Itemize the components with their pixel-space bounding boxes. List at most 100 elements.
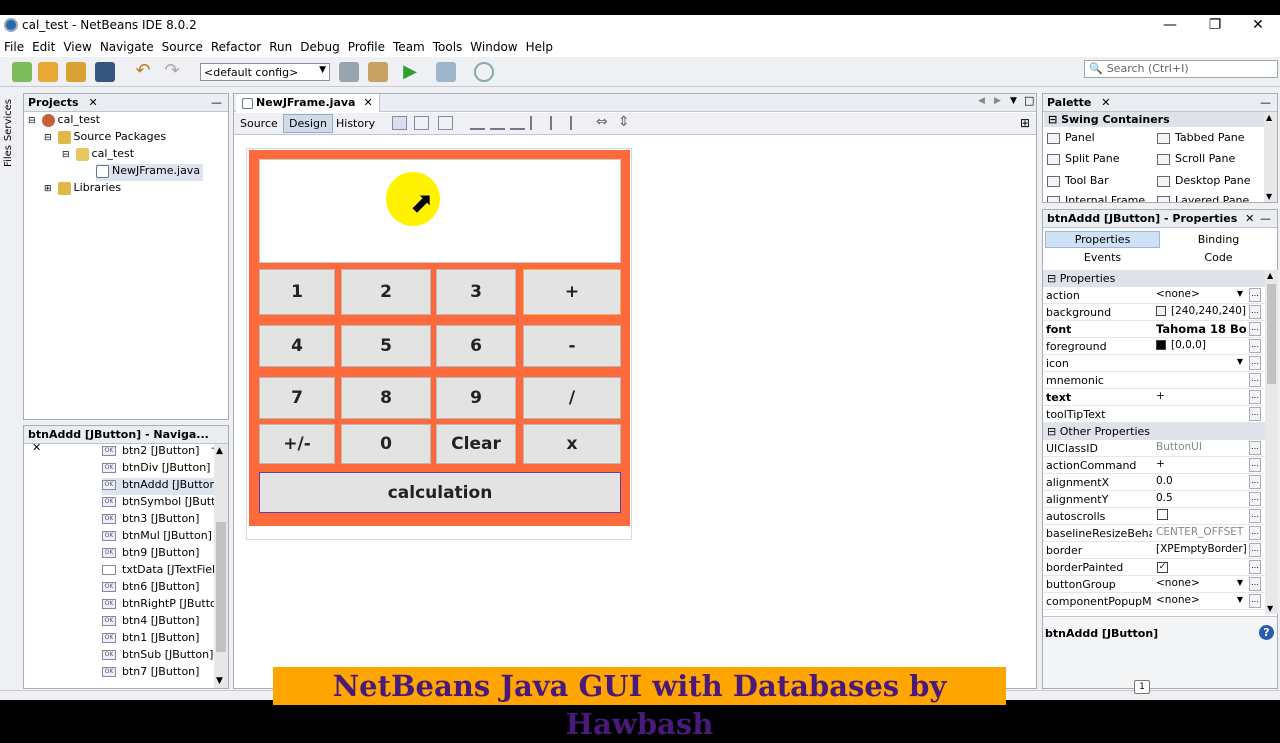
scrollbar-thumb[interactable] [216, 522, 226, 652]
expand-icon[interactable]: ⊞ [1020, 116, 1030, 130]
calc-button-5[interactable]: 5 [341, 325, 431, 367]
scroll-up-icon[interactable]: ▲ [216, 446, 223, 456]
save-all-icon[interactable] [95, 62, 115, 82]
tab-next-icon[interactable]: ▶ [994, 96, 1001, 106]
calc-button-minus[interactable]: - [523, 325, 621, 367]
tab-binding[interactable]: Binding [1161, 232, 1276, 249]
minimize-button[interactable]: — [1150, 15, 1190, 37]
navigator-item[interactable]: OK btnMul [JButton] [102, 529, 212, 546]
property-editor-button[interactable]: … [1249, 543, 1261, 557]
menu-refactor[interactable]: Refactor [207, 37, 265, 54]
menu-tools[interactable]: Tools [429, 37, 467, 54]
menu-source[interactable]: Source [158, 37, 207, 54]
property-row-actionCommand[interactable]: actionCommand +… [1043, 457, 1265, 474]
menu-file[interactable]: File [0, 37, 28, 54]
view-design[interactable]: Design [283, 114, 333, 133]
menu-debug[interactable]: Debug [296, 37, 343, 54]
property-editor-button[interactable]: … [1249, 339, 1261, 353]
tree-item-package[interactable]: ⊟ cal_test [62, 147, 134, 164]
palette-item-tabbed-pane[interactable]: Tabbed Pane [1157, 131, 1244, 144]
new-project-icon[interactable] [38, 62, 58, 82]
align-right-icon[interactable] [490, 116, 505, 130]
tab-events[interactable]: Events [1045, 250, 1160, 267]
tab-properties[interactable]: Properties [1045, 231, 1160, 248]
property-row-UIClassID[interactable]: UIClassID ButtonUI… [1043, 440, 1265, 457]
palette-scrollbar[interactable]: ▲ ▼ [1264, 112, 1277, 202]
notification-badge[interactable]: 1 [1134, 680, 1150, 694]
property-editor-button[interactable]: … [1249, 305, 1261, 319]
menu-edit[interactable]: Edit [28, 37, 59, 54]
property-editor-button[interactable]: … [1249, 458, 1261, 472]
palette-item-panel[interactable]: Panel [1047, 131, 1095, 144]
property-editor-button[interactable]: … [1249, 373, 1261, 387]
property-editor-button[interactable]: … [1249, 288, 1261, 302]
minimize-panel-icon[interactable]: — [1260, 96, 1271, 109]
palette-item-tool-bar[interactable]: Tool Bar [1047, 174, 1109, 187]
scroll-up-icon[interactable]: ▲ [1266, 113, 1272, 122]
palette-item-split-pane[interactable]: Split Pane [1047, 152, 1120, 165]
calc-button-2[interactable]: 2 [341, 269, 431, 315]
align-left-icon[interactable] [470, 116, 485, 130]
minimize-panel-icon[interactable]: — [1260, 212, 1271, 225]
property-value[interactable]: CENTER_OFFSET [1154, 526, 1247, 541]
property-value[interactable]: ✓ [1154, 560, 1247, 575]
tree-item-libraries[interactable]: ⊞ Libraries [44, 181, 121, 198]
calc-button-3[interactable]: 3 [436, 269, 516, 315]
navigator-item[interactable]: OK btnAddd [JButton] [102, 478, 214, 495]
palette-section[interactable]: ⊟ Swing Containers [1044, 112, 1264, 127]
debug-icon[interactable] [436, 62, 456, 82]
palette-item-scroll-pane[interactable]: Scroll Pane [1157, 152, 1235, 165]
property-row-text[interactable]: text +… [1043, 389, 1265, 406]
property-row-icon[interactable]: icon ▼… [1043, 355, 1265, 372]
help-icon[interactable]: ? [1259, 625, 1274, 640]
collapse-icon[interactable]: ⊟ [62, 150, 70, 160]
navigator-item[interactable]: OK btnSub [JButton] [102, 648, 213, 665]
expand-icon[interactable]: ⊞ [44, 184, 52, 194]
menu-profile[interactable]: Profile [344, 37, 389, 54]
property-row-font[interactable]: font Tahoma 18 Bold… [1043, 321, 1265, 338]
navigator-item[interactable]: OK btn2 [JButton] [102, 444, 199, 461]
change-horizontal-resizability-icon[interactable]: ⇔ [596, 114, 608, 130]
preview-design-icon[interactable] [438, 116, 453, 130]
property-row-alignmentX[interactable]: alignmentX 0.0… [1043, 474, 1265, 491]
calc-button-8[interactable]: 8 [341, 377, 431, 419]
calculation-button[interactable]: calculation [259, 472, 621, 513]
scroll-down-icon[interactable]: ▼ [1267, 604, 1273, 613]
navigator-item[interactable]: OK btnRightP [JButton] [102, 597, 214, 614]
scrollbar-thumb[interactable] [1267, 284, 1276, 384]
property-value[interactable]: <none> ▼ [1154, 594, 1247, 609]
scroll-up-icon[interactable]: ▲ [1267, 271, 1273, 280]
calc-button-plus[interactable]: + [523, 269, 621, 315]
menu-help[interactable]: Help [522, 37, 557, 54]
property-row-alignmentY[interactable]: alignmentY 0.5… [1043, 491, 1265, 508]
property-section[interactable]: ⊟ Properties [1043, 270, 1265, 287]
property-row-componentPopupMenu[interactable]: componentPopupMenu<none>▼… [1043, 593, 1265, 610]
minimize-panel-icon[interactable]: — [211, 96, 222, 109]
property-value[interactable]: Tahoma 18 Bold [1154, 322, 1247, 337]
palette-item-layered-pane[interactable]: Layered Pane [1157, 194, 1249, 202]
chevron-down-icon[interactable]: ▼ [1237, 595, 1243, 604]
navigator-item[interactable]: OK btn7 [JButton] [102, 665, 199, 682]
property-row-baselineResizeBehavior[interactable]: baselineResizeBehaviorCENTER_OFFSET… [1043, 525, 1265, 542]
close-properties-icon[interactable]: ✕ [1245, 212, 1254, 225]
palette-item-desktop-pane[interactable]: Desktop Pane [1157, 174, 1250, 187]
property-value[interactable] [1154, 509, 1247, 524]
close-palette-icon[interactable]: ✕ [1101, 96, 1110, 109]
center-horizontally-icon[interactable] [510, 116, 525, 130]
navigator-item[interactable]: OK btnSymbol [JButton] [102, 495, 214, 512]
navigator-item[interactable]: OK btn6 [JButton] [102, 580, 199, 597]
palette-item-internal-frame[interactable]: Internal Frame [1047, 194, 1145, 202]
redo-icon[interactable]: ↷ [162, 62, 182, 82]
maximize-editor-icon[interactable]: □ [1024, 94, 1034, 107]
property-row-toolTipText[interactable]: toolTipText… [1043, 406, 1265, 423]
navigator-item[interactable]: OK btn4 [JButton] [102, 614, 199, 631]
scroll-down-icon[interactable]: ▼ [216, 676, 223, 686]
undo-icon[interactable]: ↶ [133, 62, 153, 82]
close-projects-icon[interactable]: ✕ [88, 96, 97, 109]
property-value[interactable]: [XPEmptyBorder] [1154, 543, 1247, 558]
property-row-autoscrolls[interactable]: autoscrolls… [1043, 508, 1265, 525]
property-editor-button[interactable]: … [1249, 441, 1261, 455]
align-top-icon[interactable] [530, 116, 545, 130]
align-bottom-icon[interactable] [550, 116, 565, 130]
property-editor-button[interactable]: … [1249, 356, 1261, 370]
